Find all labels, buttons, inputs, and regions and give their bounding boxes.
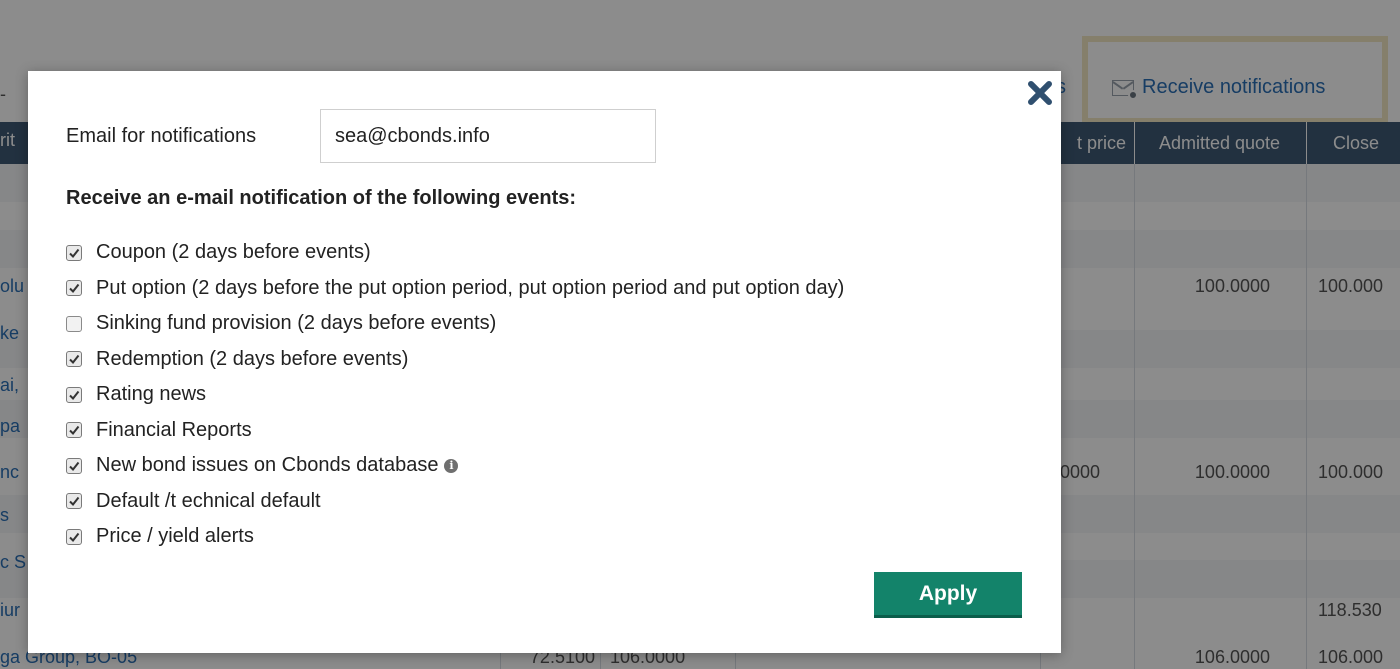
event-default[interactable]: Default /t echnical default [66,484,844,520]
apply-button[interactable]: Apply [874,572,1022,618]
event-price-yield-alerts[interactable]: Price / yield alerts [66,519,844,555]
email-input[interactable] [320,109,656,163]
event-coupon[interactable]: Coupon (2 days before events) [66,235,844,271]
event-label: Coupon (2 days before events) [96,241,371,264]
event-new-bond-issues[interactable]: New bond issues on Cbonds database i [66,448,844,484]
event-label: Redemption (2 days before events) [96,347,409,370]
email-row: Email for notifications [66,109,656,163]
close-icon [1028,81,1052,105]
checkbox-price-yield-alerts[interactable] [66,528,82,545]
checkbox-financial-reports[interactable] [66,422,82,439]
email-label: Email for notifications [66,124,257,147]
section-title: Receive an e-mail notification of the fo… [66,187,577,209]
info-icon[interactable]: i [444,458,459,473]
checkbox-put-option[interactable] [66,280,82,297]
checkbox-new-bond-issues[interactable] [66,457,82,474]
checkbox-default[interactable] [66,493,82,510]
checkbox-rating-news[interactable] [66,386,82,403]
event-label: New bond issues on Cbonds database [96,454,439,477]
event-label: Price / yield alerts [96,525,254,548]
event-financial-reports[interactable]: Financial Reports [66,413,844,449]
event-label: Sinking fund provision (2 days before ev… [96,312,497,335]
close-button[interactable] [1025,78,1055,108]
event-label: Financial Reports [96,418,252,441]
checkbox-redemption[interactable] [66,351,82,368]
event-label: Rating news [96,383,207,406]
event-label: Default /t echnical default [96,489,321,512]
checkbox-coupon[interactable] [66,244,82,261]
event-redemption[interactable]: Redemption (2 days before events) [66,342,844,378]
event-sinking-fund[interactable]: Sinking fund provision (2 days before ev… [66,306,844,342]
notifications-modal: Email for notifications Receive an e-mai… [28,71,1061,653]
event-rating-news[interactable]: Rating news [66,377,844,413]
event-put-option[interactable]: Put option (2 days before the put option… [66,271,844,307]
event-list: Coupon (2 days before events) Put option… [66,235,844,555]
checkbox-sinking-fund[interactable] [66,315,82,332]
event-label: Put option (2 days before the put option… [96,276,845,299]
